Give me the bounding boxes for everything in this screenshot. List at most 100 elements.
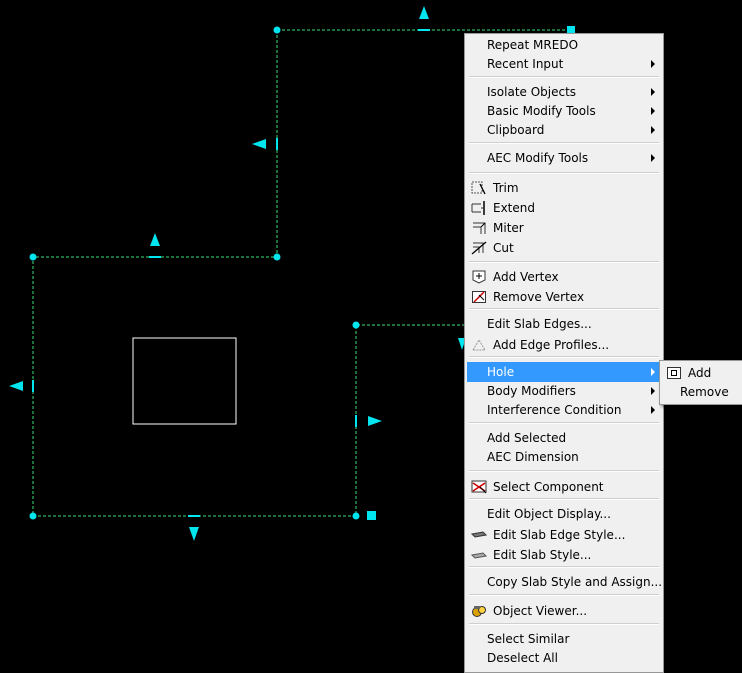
add-vertex-icon <box>472 270 486 284</box>
menu-item-label: Extend <box>493 201 535 215</box>
vertex-grip[interactable] <box>352 321 360 329</box>
menu-item-hole[interactable]: Hole <box>467 362 661 382</box>
menu-item-label: Edit Slab Style... <box>493 548 592 562</box>
menu-item-recent-input[interactable]: Recent Input <box>467 54 661 74</box>
menu-item-extend[interactable]: Extend <box>467 198 661 218</box>
menu-item-label: Isolate Objects <box>487 85 577 99</box>
menu-item-edit-object-display[interactable]: Edit Object Display... <box>467 504 661 524</box>
trim-icon <box>471 181 486 195</box>
menu-item-add-vertex[interactable]: Add Vertex <box>467 267 661 287</box>
menu-item-clipboard[interactable]: Clipboard <box>467 120 661 140</box>
submenu-arrow-icon <box>651 406 655 414</box>
menu-item-repeat-mredo[interactable]: Repeat MREDO <box>467 35 661 55</box>
menu-separator <box>469 566 659 568</box>
menu-separator <box>469 261 659 263</box>
menu-item-basic-modify-tools[interactable]: Basic Modify Tools <box>467 101 661 121</box>
menu-item-interference-condition[interactable]: Interference Condition <box>467 400 661 420</box>
menu-item-label: Add <box>688 366 712 380</box>
menu-item-label: Copy Slab Style and Assign... <box>487 575 663 589</box>
vertex-grip[interactable] <box>352 512 360 520</box>
menu-item-add-selected[interactable]: Add Selected <box>467 428 661 448</box>
vertex-grip[interactable] <box>29 253 37 261</box>
cut-icon <box>471 241 487 255</box>
menu-item-edit-slab-edges[interactable]: Edit Slab Edges... <box>467 314 661 334</box>
menu-item-trim[interactable]: Trim <box>467 178 661 198</box>
menu-item-select-similar[interactable]: Select Similar <box>467 629 661 649</box>
menu-item-label: AEC Dimension <box>487 450 579 464</box>
menu-item-label: Select Similar <box>487 632 570 646</box>
edge-grips[interactable] <box>32 29 430 517</box>
menu-item-label: Recent Input <box>487 57 564 71</box>
menu-separator <box>469 76 659 78</box>
arrow-up-grip[interactable] <box>419 6 429 19</box>
edge-grip[interactable] <box>188 515 200 517</box>
menu-item-label: Edit Slab Edges... <box>487 317 592 331</box>
menu-separator <box>469 308 659 310</box>
menu-item-add-edge-profiles[interactable]: Add Edge Profiles... <box>467 335 661 355</box>
extend-icon <box>471 201 485 215</box>
menu-item-body-modifiers[interactable]: Body Modifiers <box>467 381 661 401</box>
edge-grip[interactable] <box>149 256 161 258</box>
remove-vertex-icon <box>472 291 486 303</box>
menu-item-edit-slab-style[interactable]: Edit Slab Style... <box>467 545 661 565</box>
menu-item-label: Repeat MREDO <box>487 38 579 52</box>
menu-item-copy-slab-style-and-assign[interactable]: Copy Slab Style and Assign... <box>467 572 663 592</box>
submenu-arrow-icon <box>651 60 655 68</box>
arrow-left-grip[interactable] <box>252 139 266 149</box>
hole-submenu-item-add[interactable]: Add <box>662 363 740 383</box>
miter-icon <box>473 222 486 234</box>
edge-grip[interactable] <box>418 29 430 31</box>
menu-separator <box>469 623 659 625</box>
submenu-arrow-icon <box>651 107 655 115</box>
menu-separator <box>469 470 659 472</box>
hole-rectangle[interactable] <box>132 337 237 425</box>
menu-item-label: Edit Slab Edge Style... <box>493 528 626 542</box>
edge-grip[interactable] <box>32 380 34 392</box>
menu-item-label: Interference Condition <box>487 403 622 417</box>
menu-separator <box>469 594 659 596</box>
menu-separator <box>469 172 659 174</box>
menu-item-label: Add Vertex <box>493 270 559 284</box>
vertex-grip[interactable] <box>29 512 37 520</box>
menu-item-label: Deselect All <box>487 651 558 665</box>
menu-item-label: Add Selected <box>487 431 567 445</box>
menu-item-remove-vertex[interactable]: Remove Vertex <box>467 287 661 307</box>
menu-item-label: Cut <box>493 241 514 255</box>
menu-item-label: Clipboard <box>487 123 545 137</box>
menu-item-aec-modify-tools[interactable]: AEC Modify Tools <box>467 148 661 168</box>
menu-item-label: Add Edge Profiles... <box>493 338 610 352</box>
menu-item-cut[interactable]: Cut <box>467 238 661 258</box>
hole-submenu-item-remove[interactable]: Remove <box>662 382 740 402</box>
menu-item-label: Select Component <box>493 480 604 494</box>
vertex-grip[interactable] <box>273 26 281 34</box>
object-viewer-icon <box>472 606 486 617</box>
edge-grip[interactable] <box>355 415 357 427</box>
menu-item-edit-slab-edge-style[interactable]: Edit Slab Edge Style... <box>467 525 661 545</box>
menu-item-label: Remove Vertex <box>493 290 585 304</box>
menu-item-object-viewer[interactable]: Object Viewer... <box>467 601 661 621</box>
menu-item-label: Object Viewer... <box>493 604 588 618</box>
submenu-arrow-icon <box>651 126 655 134</box>
menu-item-select-component[interactable]: Select Component <box>467 477 661 497</box>
menu-item-deselect-all[interactable]: Deselect All <box>467 648 661 668</box>
menu-item-isolate-objects[interactable]: Isolate Objects <box>467 82 661 102</box>
menu-item-miter[interactable]: Miter <box>467 218 661 238</box>
menu-separator <box>469 356 659 358</box>
vertex-grip[interactable] <box>273 253 281 261</box>
submenu-arrow-icon <box>651 154 655 162</box>
add-hole-icon <box>667 367 681 379</box>
arrow-right-grip[interactable] <box>368 416 382 426</box>
submenu-arrow-icon <box>651 387 655 395</box>
arrow-up-grip[interactable] <box>150 233 160 246</box>
menu-item-aec-dimension[interactable]: AEC Dimension <box>467 447 661 467</box>
arrow-down-grip[interactable] <box>189 527 199 541</box>
arrow-grips[interactable] <box>9 6 466 541</box>
slab-style-icon <box>471 552 487 559</box>
edge-grip[interactable] <box>276 138 278 150</box>
menu-item-label: Trim <box>493 181 519 195</box>
arrow-left-grip[interactable] <box>9 381 23 391</box>
location-grip[interactable] <box>367 511 376 520</box>
menu-item-label: Hole <box>487 365 515 379</box>
context-menu: Repeat MREDO Recent Input Isolate Objects B… <box>464 33 664 673</box>
menu-separator <box>469 422 659 424</box>
